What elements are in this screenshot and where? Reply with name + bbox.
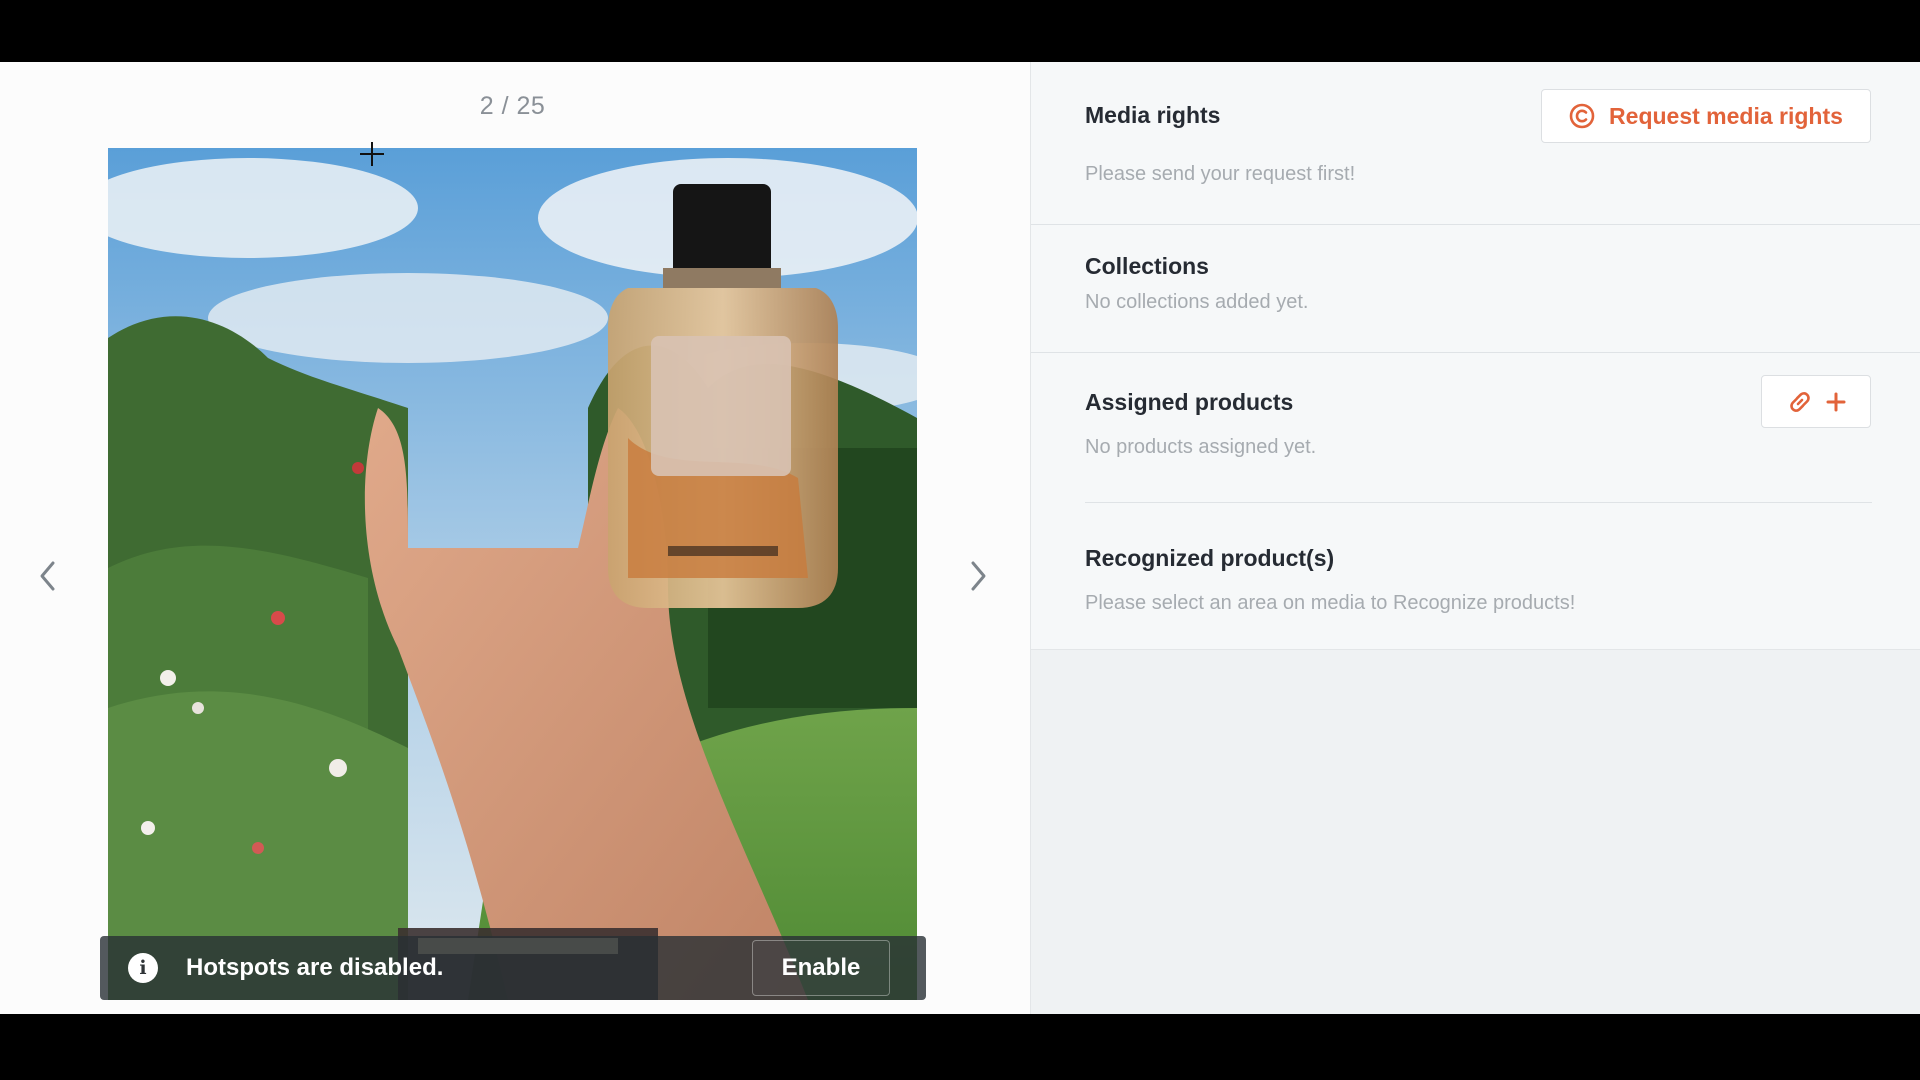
- plus-icon: [1826, 392, 1846, 411]
- next-media-button[interactable]: [958, 556, 998, 596]
- collections-subtitle: No collections added yet.: [1085, 291, 1309, 313]
- link-icon: [1790, 391, 1810, 412]
- media-rights-title: Media rights: [1085, 102, 1221, 128]
- recognized-products-title: Recognized product(s): [1085, 545, 1335, 571]
- media-image[interactable]: [108, 148, 917, 1000]
- media-rights-subtitle: Please send your request first!: [1085, 163, 1356, 185]
- hotspots-message: Hotspots are disabled.: [186, 954, 444, 981]
- info-icon: i: [128, 953, 158, 983]
- assigned-products-subtitle: No products assigned yet.: [1085, 436, 1317, 458]
- perfume-photo: [108, 148, 917, 1000]
- media-rights-section: Media rights Please send your request fi…: [1031, 62, 1920, 225]
- assign-product-button[interactable]: [1761, 375, 1871, 428]
- hotspots-notice: i Hotspots are disabled. Enable: [100, 936, 926, 1000]
- copyright-icon: [1569, 103, 1595, 129]
- top-black-bar: [0, 0, 1920, 62]
- enable-hotspots-button[interactable]: Enable: [752, 940, 890, 996]
- collections-section: Collections No collections added yet.: [1031, 225, 1920, 353]
- chevron-right-icon: [971, 561, 986, 591]
- request-media-rights-label: Request media rights: [1609, 102, 1843, 129]
- request-media-rights-button[interactable]: Request media rights: [1541, 89, 1871, 143]
- bottom-black-bar: [0, 1014, 1920, 1080]
- assigned-products-title: Assigned products: [1085, 389, 1294, 415]
- media-counter: 2 / 25: [479, 92, 546, 120]
- collections-title: Collections: [1085, 253, 1209, 279]
- recognized-products-section: Recognized product(s) Please select an a…: [1031, 503, 1920, 650]
- recognized-products-subtitle: Please select an area on media to Recogn…: [1085, 592, 1576, 614]
- crosshair-cursor-icon: [360, 142, 384, 166]
- chevron-left-icon: [40, 561, 55, 591]
- previous-media-button[interactable]: [28, 556, 68, 596]
